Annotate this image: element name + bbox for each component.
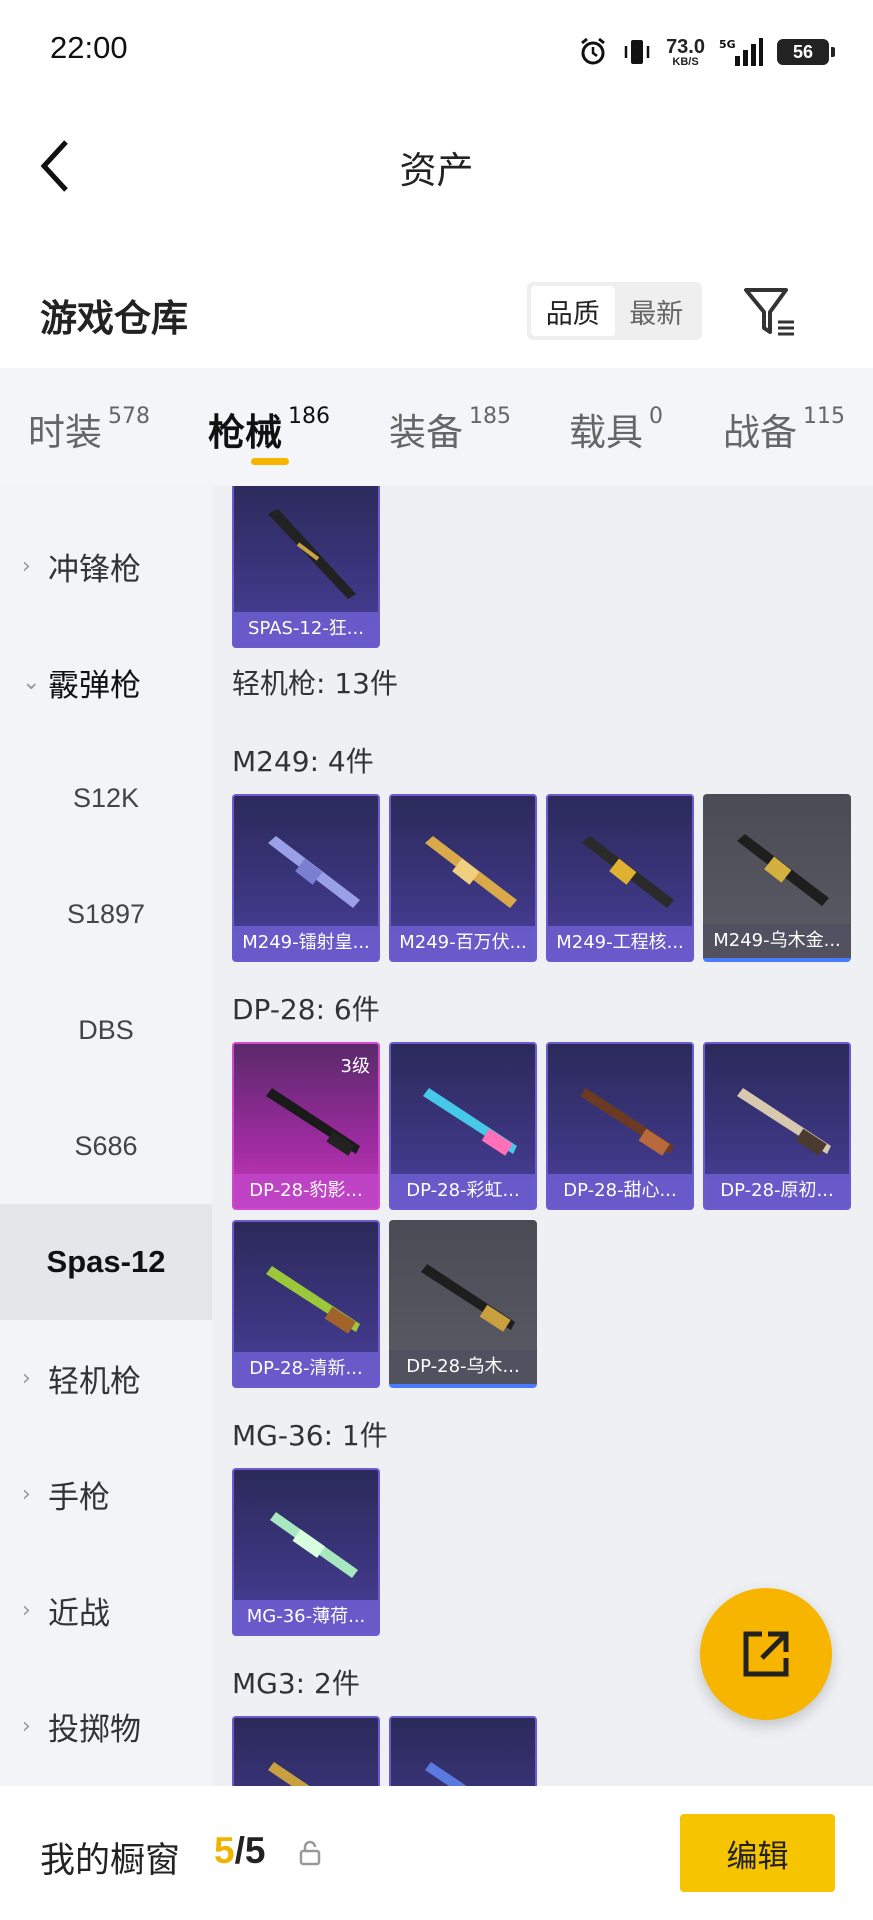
item-card[interactable]: DP-28-彩虹...	[389, 1042, 537, 1210]
gun-icon	[266, 1088, 360, 1156]
item-card[interactable]: M249-工程核...	[546, 794, 694, 962]
chevron-right-icon: ›	[22, 1597, 31, 1623]
item-card[interactable]: M249-乌木金...	[703, 794, 851, 962]
showcase-label: 我的橱窗	[40, 1841, 181, 1881]
chevron-right-icon: ›	[22, 1713, 31, 1739]
chevron-right-icon: ›	[22, 1365, 31, 1391]
tab-weapons[interactable]: 枪械 186	[208, 402, 330, 456]
item-card[interactable]: DP-28-原初...	[703, 1042, 851, 1210]
tab-vehicles[interactable]: 载具 0	[569, 402, 663, 456]
item-card[interactable]	[389, 1716, 537, 1786]
showcase-count: 5/5	[214, 1830, 266, 1871]
status-icons: 73.0 KB/S 5G 56	[578, 32, 835, 72]
section-title: 游戏仓库	[40, 297, 188, 340]
sidebar-item-melee[interactable]: › 近战	[0, 1552, 212, 1668]
gun-icon	[425, 836, 517, 908]
sort-latest-button[interactable]: 最新	[615, 286, 699, 336]
sort-toggle: 品质 最新	[527, 282, 702, 340]
lock-icon	[299, 1840, 321, 1866]
gun-icon	[737, 834, 829, 906]
vibrate-icon	[624, 40, 650, 64]
gun-icon	[270, 1512, 358, 1578]
gun-icon	[423, 1088, 517, 1156]
gun-icon	[425, 1762, 467, 1786]
chevron-down-icon: ⌄	[22, 669, 41, 695]
sidebar-item-s12k[interactable]: S12K	[0, 740, 212, 856]
sidebar-item-smg[interactable]: › 冲锋枪	[0, 508, 212, 624]
share-button[interactable]	[700, 1588, 832, 1720]
mg3-group-label: MG3: 2件	[232, 1667, 360, 1700]
gun-icon	[580, 1088, 674, 1156]
sidebar-item-pistol[interactable]: › 手枪	[0, 1436, 212, 1552]
filter-icon[interactable]	[742, 284, 798, 340]
svg-text:5G: 5G	[719, 38, 736, 51]
sidebar-item-spas12[interactable]: Spas-12	[0, 1204, 212, 1320]
page-title: 资产	[399, 149, 474, 192]
dp28-group-label: DP-28: 6件	[232, 993, 380, 1026]
item-card[interactable]: M249-百万伏...	[389, 794, 537, 962]
gun-icon	[266, 1266, 360, 1334]
gun-icon	[268, 509, 356, 599]
sidebar-item-s686[interactable]: S686	[0, 1088, 212, 1204]
tab-indicator	[251, 458, 289, 465]
m249-group-label: M249: 4件	[232, 745, 374, 778]
sidebar-item-lmg[interactable]: › 轻机枪	[0, 1320, 212, 1436]
item-card[interactable]: 3级 DP-28-豹影...	[232, 1042, 380, 1210]
item-card[interactable]	[232, 1716, 380, 1786]
item-card[interactable]: DP-28-清新...	[232, 1220, 380, 1388]
gun-icon	[421, 1264, 515, 1332]
tab-equipment[interactable]: 装备 185	[389, 402, 511, 456]
gun-icon	[268, 836, 360, 908]
item-card[interactable]: MG-36-薄荷...	[232, 1468, 380, 1636]
share-icon	[743, 1631, 789, 1677]
signal-5g-icon: 5G	[719, 38, 763, 66]
lmg-count-label: 轻机枪: 13件	[232, 667, 398, 700]
status-time: 22:00	[50, 30, 128, 65]
net-speed: 73.0 KB/S	[666, 35, 705, 68]
tab-supplies[interactable]: 战备 115	[723, 402, 845, 456]
alarm-icon	[581, 37, 605, 65]
battery-icon: 56	[777, 39, 835, 65]
item-card[interactable]: DP-28-乌木...	[389, 1220, 537, 1388]
gun-icon	[582, 836, 674, 908]
chevron-right-icon: ›	[22, 1481, 31, 1507]
sidebar-item-shotgun[interactable]: ⌄ 霰弹枪	[0, 624, 212, 740]
item-card[interactable]: SPAS-12-狂...	[232, 486, 380, 648]
mg36-group-label: MG-36: 1件	[232, 1419, 388, 1452]
sidebar-item-throwables[interactable]: › 投掷物	[0, 1668, 212, 1784]
gun-icon	[737, 1088, 831, 1156]
tab-fashion[interactable]: 时装 578	[28, 402, 150, 456]
level-badge: 3级	[340, 1056, 370, 1077]
sidebar-item-dbs[interactable]: DBS	[0, 972, 212, 1088]
gun-icon	[268, 1762, 310, 1786]
chevron-right-icon: ›	[22, 553, 31, 579]
edit-button[interactable]: 编辑	[680, 1814, 835, 1892]
item-card[interactable]: M249-镭射皇...	[232, 794, 380, 962]
item-card[interactable]: DP-28-甜心...	[546, 1042, 694, 1210]
sidebar-item-s1897[interactable]: S1897	[0, 856, 212, 972]
sort-quality-button[interactable]: 品质	[531, 286, 615, 336]
